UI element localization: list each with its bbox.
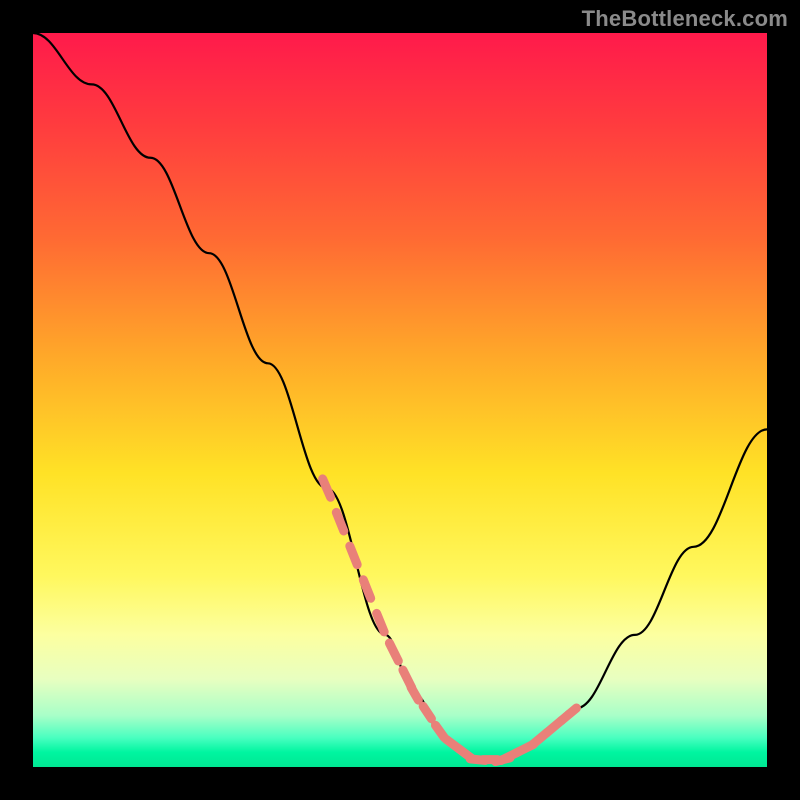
watermark-text: TheBottleneck.com	[582, 6, 788, 32]
plot-area	[33, 33, 767, 767]
chart-frame: TheBottleneck.com	[0, 0, 800, 800]
